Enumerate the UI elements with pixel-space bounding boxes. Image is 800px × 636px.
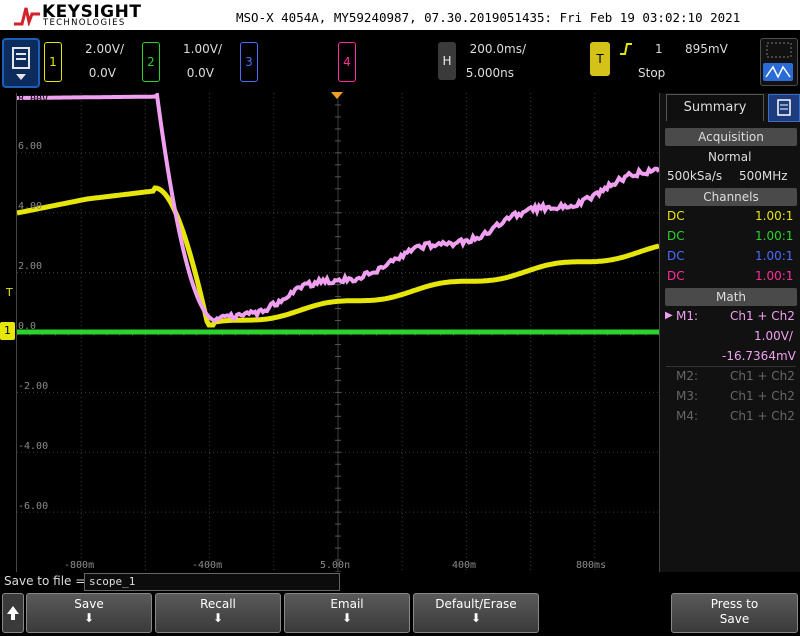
m1-expression: Ch1 + Ch2 bbox=[730, 309, 795, 323]
channel-3-key[interactable]: 3 bbox=[240, 42, 258, 82]
m3-label: M3: bbox=[676, 389, 698, 403]
y-label-m2: -2.00 bbox=[18, 381, 48, 392]
channel-2-scale: 1.00V/ bbox=[164, 42, 222, 56]
down-arrow-icon: ⬇ bbox=[156, 611, 280, 625]
m3-expression: Ch1 + Ch2 bbox=[730, 389, 795, 403]
y-label-6: 6.00 bbox=[18, 141, 42, 152]
channel-1-offset: 0.0V bbox=[66, 66, 116, 80]
m1-label: M1: bbox=[676, 309, 698, 323]
channel-2-key[interactable]: 2 bbox=[142, 42, 160, 82]
acquisition-mode: Normal bbox=[708, 150, 751, 164]
x-label-0: 5.00n bbox=[320, 560, 350, 571]
rising-edge-icon bbox=[620, 42, 632, 56]
trigger-mode-icon bbox=[763, 63, 793, 81]
y-label-0: 0.0 bbox=[18, 321, 36, 332]
m1-scale: 1.00V/ bbox=[754, 329, 793, 343]
press-to-save-line2: Save bbox=[672, 611, 797, 626]
m2-expression: Ch1 + Ch2 bbox=[730, 369, 795, 383]
save-to-file-label: Save to file = bbox=[4, 574, 85, 588]
press-to-save-softkey[interactable]: Press to Save bbox=[671, 593, 798, 633]
sample-rate: 500kSa/s bbox=[667, 169, 722, 183]
y-label-8v: 8.00V bbox=[18, 94, 48, 105]
ch4-coupling: DC bbox=[667, 269, 685, 283]
main-menu-button[interactable] bbox=[2, 38, 40, 88]
recall-softkey-label: Recall bbox=[156, 594, 280, 611]
instrument-info: MSO-X 4054A, MY59240987, 07.30.201905143… bbox=[236, 10, 740, 25]
press-to-save-line1: Press to bbox=[672, 594, 797, 611]
channel-2-offset: 0.0V bbox=[164, 66, 214, 80]
y-label-4: 4.00 bbox=[18, 201, 42, 212]
acquisition-header: Acquisition bbox=[665, 128, 797, 146]
trigger-level-marker[interactable]: T bbox=[6, 286, 13, 299]
trigger-key[interactable]: T bbox=[590, 42, 610, 76]
x-label-m800: -800m bbox=[64, 560, 94, 571]
keysight-logo-icon bbox=[14, 4, 40, 26]
recall-softkey[interactable]: Recall ⬇ bbox=[155, 593, 281, 633]
x-label-m400: -400m bbox=[192, 560, 222, 571]
up-arrow-icon bbox=[3, 594, 23, 632]
tab-summary[interactable]: Summary bbox=[666, 94, 764, 121]
math-selected-marker-icon: ▶ bbox=[665, 310, 673, 321]
channels-header: Channels bbox=[665, 188, 797, 206]
math-header: Math bbox=[665, 288, 797, 306]
m1-offset: -16.7364mV bbox=[722, 349, 796, 363]
run-state: Stop bbox=[638, 66, 665, 80]
down-arrow-icon: ⬇ bbox=[285, 611, 409, 625]
brand-subtitle: TECHNOLOGIES bbox=[43, 18, 126, 28]
m4-expression: Ch1 + Ch2 bbox=[730, 409, 795, 423]
trigger-level: 895mV bbox=[685, 42, 728, 56]
y-label-m6: -6.00 bbox=[18, 501, 48, 512]
grid-icon bbox=[761, 39, 797, 59]
email-softkey-label: Email bbox=[285, 594, 409, 611]
horizontal-key[interactable]: H bbox=[438, 42, 456, 80]
filename-field[interactable]: scope_1 bbox=[84, 573, 340, 591]
m2-label: M2: bbox=[676, 369, 698, 383]
default-erase-softkey-label: Default/Erase bbox=[414, 594, 538, 611]
email-softkey[interactable]: Email ⬇ bbox=[284, 593, 410, 633]
delay-value: 5.000ns bbox=[458, 66, 514, 80]
down-arrow-icon: ⬇ bbox=[414, 611, 538, 625]
y-label-2: 2.00 bbox=[18, 261, 42, 272]
x-label-800: 800ms bbox=[576, 560, 606, 571]
y-label-m4: -4.00 bbox=[18, 441, 48, 452]
trigger-source: 1 bbox=[655, 42, 663, 56]
back-button[interactable] bbox=[2, 593, 24, 633]
waveform-display[interactable] bbox=[16, 93, 660, 572]
down-arrow-icon: ⬇ bbox=[27, 611, 151, 625]
save-softkey[interactable]: Save ⬇ bbox=[26, 593, 152, 633]
math-divider bbox=[666, 366, 796, 367]
ch1-coupling: DC bbox=[667, 209, 685, 223]
channel-bar bbox=[0, 30, 800, 92]
ch4-probe: 1.00:1 bbox=[755, 269, 793, 283]
channel-4-key[interactable]: 4 bbox=[338, 42, 356, 82]
channel-1-key[interactable]: 1 bbox=[44, 42, 62, 82]
graticule bbox=[17, 93, 659, 572]
bandwidth: 500MHz bbox=[739, 169, 788, 183]
ch2-probe: 1.00:1 bbox=[755, 229, 793, 243]
ch2-coupling: DC bbox=[667, 229, 685, 243]
m4-label: M4: bbox=[676, 409, 698, 423]
x-label-400: 400m bbox=[452, 560, 476, 571]
ch3-probe: 1.00:1 bbox=[755, 249, 793, 263]
ch3-coupling: DC bbox=[667, 249, 685, 263]
channel-1-scale: 2.00V/ bbox=[66, 42, 124, 56]
ground-marker[interactable]: 1 bbox=[0, 322, 15, 340]
timebase-value: 200.0ms/ bbox=[458, 42, 526, 56]
document-icon bbox=[4, 40, 38, 86]
trigger-position-marker-icon bbox=[331, 92, 343, 100]
ch1-probe: 1.00:1 bbox=[755, 209, 793, 223]
save-softkey-label: Save bbox=[27, 594, 151, 611]
default-erase-softkey[interactable]: Default/Erase ⬇ bbox=[413, 593, 539, 633]
list-view-icon[interactable] bbox=[768, 94, 800, 122]
